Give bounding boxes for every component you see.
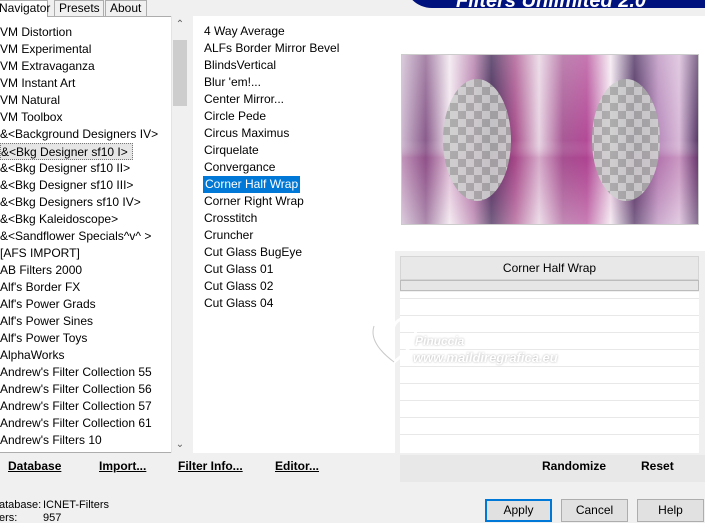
filter-item[interactable]: Cruncher: [204, 227, 253, 244]
apply-label: Apply: [503, 503, 534, 517]
category-item[interactable]: AB Filters 2000: [0, 262, 82, 279]
randomize-label: Randomize: [542, 459, 607, 473]
category-item[interactable]: &<Bkg Designers sf10 IV>: [0, 194, 141, 211]
category-item[interactable]: VM Distortion: [0, 24, 72, 41]
filters-count-label: ers:: [0, 512, 18, 523]
filter-item[interactable]: Cirquelate: [204, 142, 259, 159]
filter-list[interactable]: 4 Way Average ALFs Border Mirror Bevel Bli…: [193, 16, 395, 453]
category-item[interactable]: &<Background Designers IV>: [0, 126, 158, 143]
filter-item[interactable]: BlindsVertical: [204, 57, 276, 74]
database-info-value: ICNET-Filters: [43, 499, 109, 511]
category-item[interactable]: &<Bkg Designer sf10 II>: [0, 160, 130, 177]
category-item[interactable]: Andrew's Filter Collection 55: [0, 364, 152, 381]
filter-item[interactable]: Crosstitch: [204, 210, 257, 227]
category-item[interactable]: VM Toolbox: [0, 109, 62, 126]
import-label: Import...: [99, 459, 147, 473]
category-item[interactable]: Alf's Border FX: [0, 279, 80, 296]
filter-item[interactable]: Center Mirror...: [204, 91, 284, 108]
category-item[interactable]: Alf's Power Sines: [0, 313, 93, 330]
filter-item[interactable]: Cut Glass 04: [204, 295, 273, 312]
category-item[interactable]: Andrew's Filter Collection 57: [0, 398, 152, 415]
app-banner-title: Filters Unlimited 2.0: [456, 0, 646, 8]
category-item[interactable]: AlphaWorks: [0, 347, 64, 364]
filter-item[interactable]: Convergance: [204, 159, 275, 176]
import-button[interactable]: Import...: [99, 459, 146, 473]
tab-bar: Navigator Presets About Filters Unlimite…: [0, 0, 705, 17]
editor-label: Editor...: [275, 459, 320, 473]
category-item[interactable]: Andrew's Filter Collection 61: [0, 415, 152, 432]
category-scrollbar[interactable]: ⌃ ⌄: [171, 16, 188, 453]
apply-button[interactable]: Apply: [485, 499, 552, 522]
category-item[interactable]: &<Bkg Designer sf10 III>: [0, 177, 133, 194]
category-item[interactable]: Alf's Power Grads: [0, 296, 96, 313]
watermark-line2: www.maildiregrafica.eu: [413, 350, 558, 365]
filter-item[interactable]: Corner Right Wrap: [204, 193, 304, 210]
filter-item[interactable]: Cut Glass 01: [204, 261, 273, 278]
help-button[interactable]: Help: [637, 499, 704, 522]
category-item[interactable]: [AFS IMPORT]: [0, 245, 80, 262]
category-item[interactable]: VM Extravaganza: [0, 58, 95, 75]
watermark-line1: Pinuccia: [415, 334, 465, 348]
filter-item[interactable]: Circle Pede: [204, 108, 266, 125]
watermark: Pinuccia www.maildiregrafica.eu: [360, 312, 590, 372]
database-label: Database: [8, 459, 62, 473]
filter-item[interactable]: ALFs Border Mirror Bevel: [204, 40, 339, 57]
filter-item[interactable]: Cut Glass BugEye: [204, 244, 302, 261]
filter-item[interactable]: Corner Half Wrap: [203, 176, 301, 193]
filter-info-label: Filter Info...: [178, 459, 243, 473]
category-item[interactable]: VM Experimental: [0, 41, 91, 58]
help-label: Help: [658, 503, 683, 517]
progress-bar: [400, 280, 699, 291]
category-item[interactable]: &<Bkg Kaleidoscope>: [0, 211, 118, 228]
database-info-label: atabase:: [0, 499, 42, 511]
editor-button[interactable]: Editor...: [275, 459, 319, 473]
randomize-button[interactable]: Randomize: [542, 459, 606, 473]
scroll-down-arrow-icon[interactable]: ⌄: [172, 436, 188, 453]
category-item[interactable]: VM Natural: [0, 92, 60, 109]
filter-item[interactable]: Blur 'em!...: [204, 74, 261, 91]
filter-item[interactable]: Cut Glass 02: [204, 278, 273, 295]
filter-item[interactable]: Circus Maximus: [204, 125, 289, 142]
app-banner: Filters Unlimited 2.0: [404, 0, 705, 8]
category-item[interactable]: Andrew's Filter Collection 56: [0, 381, 152, 398]
database-button[interactable]: Database: [8, 459, 61, 473]
filter-info-button[interactable]: Filter Info...: [178, 459, 243, 473]
scroll-up-arrow-icon[interactable]: ⌃: [172, 16, 188, 33]
scroll-thumb[interactable]: [173, 40, 187, 106]
cancel-button[interactable]: Cancel: [561, 499, 628, 522]
filters-count-value: 957: [43, 512, 62, 523]
reset-label: Reset: [641, 459, 674, 473]
category-item[interactable]: &<Sandflower Specials^v^ >: [0, 228, 151, 245]
preview-image: [401, 54, 699, 225]
tab-navigator[interactable]: Navigator: [0, 0, 51, 17]
category-item[interactable]: Alf's Power Toys: [0, 330, 87, 347]
category-list[interactable]: VM Distortion VM Experimental VM Extravaga…: [0, 16, 188, 453]
tab-about[interactable]: About: [105, 0, 147, 16]
filter-item[interactable]: 4 Way Average: [204, 23, 285, 40]
category-item[interactable]: Andrew's Filters 10: [0, 432, 102, 449]
selected-filter-name: Corner Half Wrap: [400, 256, 699, 280]
reset-button[interactable]: Reset: [641, 459, 674, 473]
tab-navigator-label: Navigator: [0, 1, 51, 15]
tab-presets-label: Presets: [59, 1, 100, 15]
tab-about-label: About: [110, 1, 142, 15]
cancel-label: Cancel: [575, 503, 614, 517]
category-item[interactable]: VM Instant Art: [0, 75, 75, 92]
tab-presets[interactable]: Presets: [54, 0, 104, 16]
category-item[interactable]: &<Bkg Designer sf10 I>: [0, 143, 133, 160]
